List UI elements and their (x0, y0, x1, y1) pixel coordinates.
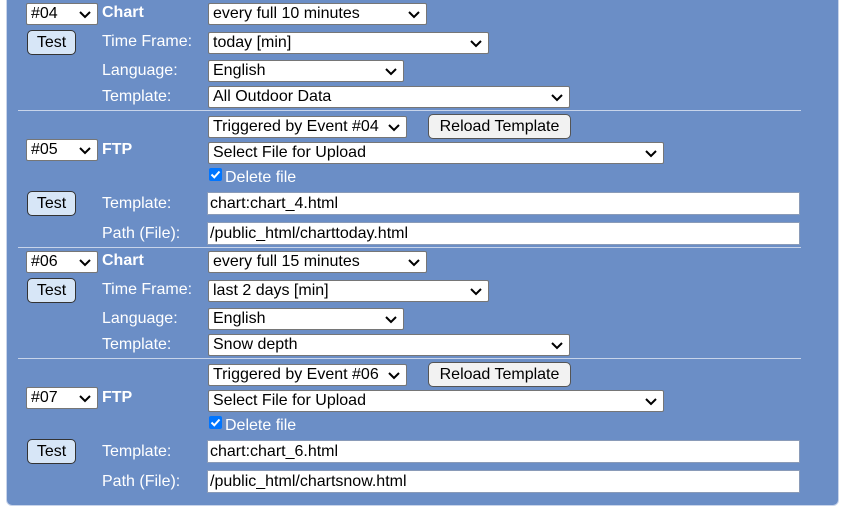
chevron-down-icon (79, 144, 91, 156)
chevron-down-icon (388, 121, 400, 133)
template-field[interactable]: chart:chart_4.html (207, 192, 800, 215)
chevron-down-icon (470, 37, 482, 49)
chevron-down-icon (551, 91, 563, 103)
chevron-down-icon (79, 256, 91, 268)
test-button[interactable]: Test (27, 30, 76, 55)
event-id-select[interactable]: #05 (26, 139, 98, 161)
interval-select[interactable]: every full 15 minutes (208, 251, 427, 273)
trigger-select[interactable]: Triggered by Event #04 (208, 116, 407, 138)
checkmark-icon (210, 418, 221, 427)
language-select[interactable]: English (208, 60, 404, 82)
event-id-select[interactable]: #06 (26, 251, 98, 273)
template-label: Template: (102, 336, 172, 353)
chevron-down-icon (408, 8, 420, 20)
template-label: Template: (102, 443, 172, 460)
event-id-select[interactable]: #07 (26, 387, 98, 409)
delete-file-checkbox[interactable] (209, 416, 222, 429)
interval-select[interactable]: every full 10 minutes (208, 3, 427, 25)
chevron-down-icon (551, 339, 563, 351)
section-divider (18, 110, 801, 111)
chevron-down-icon (645, 395, 657, 407)
interval-value: every full 15 minutes (213, 253, 360, 270)
event-id-value: #04 (31, 5, 58, 22)
timeframe-select[interactable]: today [min] (208, 32, 489, 54)
test-button[interactable]: Test (27, 191, 76, 216)
test-button[interactable]: Test (27, 439, 76, 464)
event-type-label: FTP (102, 141, 133, 158)
template-value: All Outdoor Data (213, 88, 332, 105)
trigger-select[interactable]: Triggered by Event #06 (208, 364, 407, 386)
section-divider (18, 358, 801, 359)
event-id-value: #07 (31, 389, 58, 406)
delete-file-label: Delete file (225, 417, 297, 434)
reload-template-button[interactable]: Reload Template (428, 114, 571, 139)
event-id-value: #06 (31, 253, 58, 270)
event-type-label: FTP (102, 389, 133, 406)
interval-value: every full 10 minutes (213, 5, 360, 22)
trigger-value: Triggered by Event #06 (213, 366, 379, 383)
timeframe-select[interactable]: last 2 days [min] (208, 280, 489, 302)
path-label: Path (File): (102, 473, 181, 490)
chevron-down-icon (645, 147, 657, 159)
timeframe-label: Time Frame: (102, 33, 193, 50)
file-upload-value: Select File for Upload (213, 392, 366, 409)
event-id-select[interactable]: #04 (26, 3, 98, 25)
delete-file-checkbox[interactable] (209, 168, 222, 181)
section-divider (18, 247, 801, 248)
reload-template-button[interactable]: Reload Template (428, 362, 571, 387)
trigger-value: Triggered by Event #04 (213, 118, 379, 135)
chevron-down-icon (388, 369, 400, 381)
template-select[interactable]: All Outdoor Data (208, 86, 570, 108)
chevron-down-icon (470, 285, 482, 297)
path-field[interactable]: /public_html/charttoday.html (207, 222, 800, 245)
language-label: Language: (102, 310, 178, 327)
template-label: Template: (102, 88, 172, 105)
language-select[interactable]: English (208, 308, 404, 330)
template-field[interactable]: chart:chart_6.html (207, 440, 800, 463)
chevron-down-icon (79, 392, 91, 404)
chevron-down-icon (408, 256, 420, 268)
chevron-down-icon (385, 313, 397, 325)
file-upload-value: Select File for Upload (213, 144, 366, 161)
path-field[interactable]: /public_html/chartsnow.html (207, 470, 800, 493)
event-type-label: Chart (102, 4, 144, 21)
checkmark-icon (210, 170, 221, 179)
timeframe-value: today [min] (213, 34, 292, 51)
timeframe-value: last 2 days [min] (213, 282, 329, 299)
event-type-label: Chart (102, 252, 144, 269)
timeframe-label: Time Frame: (102, 281, 193, 298)
chevron-down-icon (385, 65, 397, 77)
template-select[interactable]: Snow depth (208, 334, 570, 356)
template-value: Snow depth (213, 336, 298, 353)
test-button[interactable]: Test (27, 278, 76, 303)
path-label: Path (File): (102, 225, 181, 242)
chevron-down-icon (79, 8, 91, 20)
template-label: Template: (102, 195, 172, 212)
language-value: English (213, 310, 266, 327)
language-label: Language: (102, 62, 178, 79)
file-upload-select[interactable]: Select File for Upload (208, 142, 664, 164)
file-upload-select[interactable]: Select File for Upload (208, 390, 664, 412)
event-id-value: #05 (31, 141, 58, 158)
delete-file-label: Delete file (225, 169, 297, 186)
language-value: English (213, 62, 266, 79)
